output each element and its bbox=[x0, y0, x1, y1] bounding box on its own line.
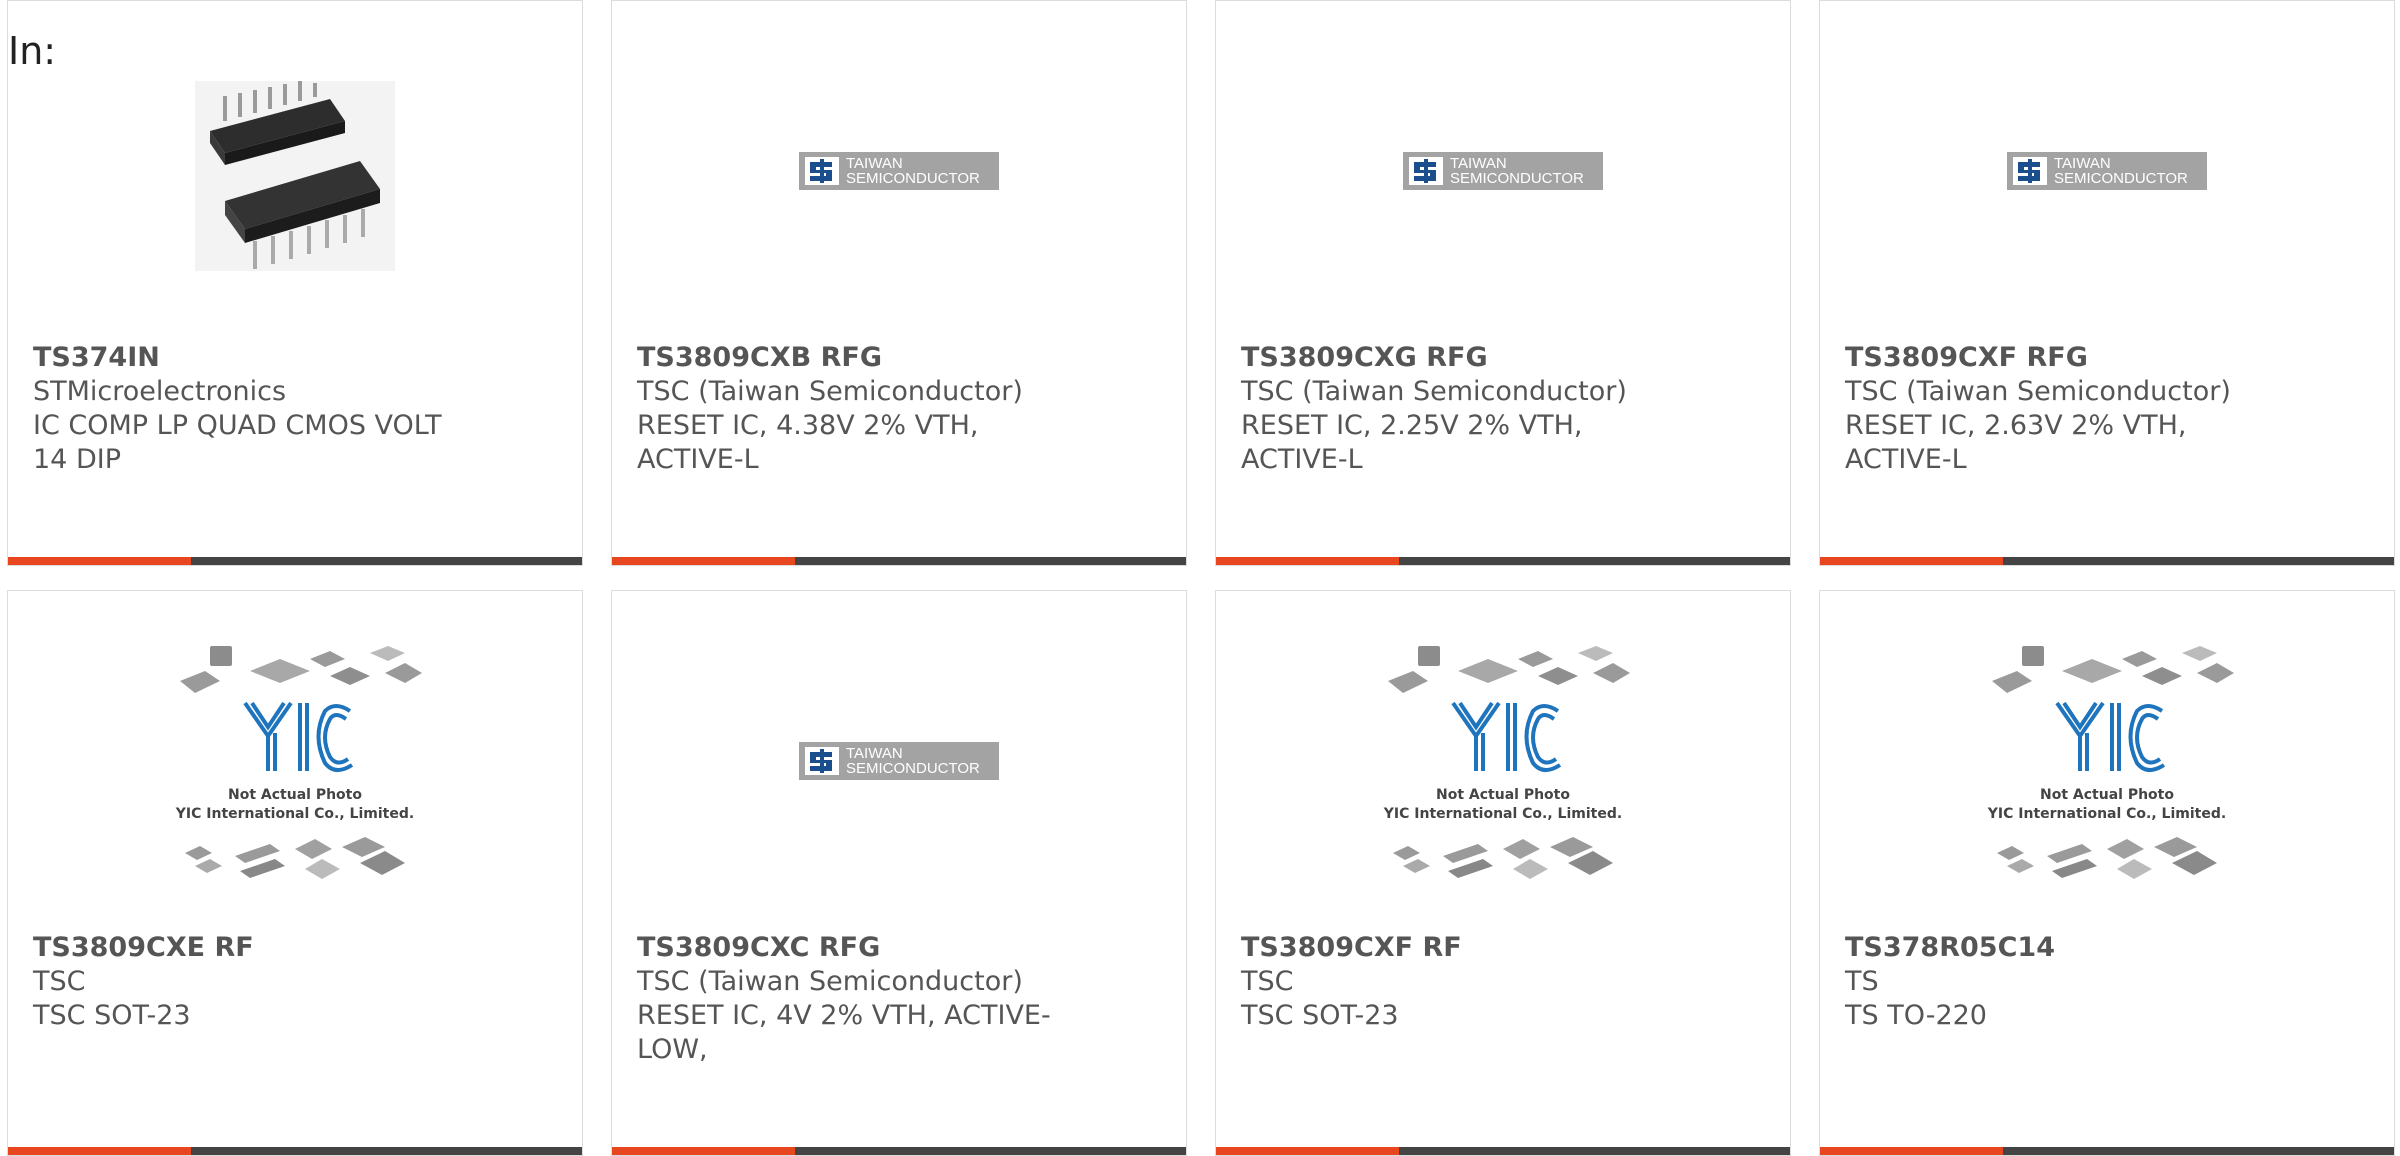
part-number[interactable]: TS3809CXC RFG bbox=[637, 931, 1166, 965]
product-card[interactable]: Not Actual Photo YIC International Co., … bbox=[1215, 590, 1791, 1156]
tsc-logo-line1: TAIWAN bbox=[846, 155, 903, 172]
product-info: TS3809CXG RFG TSC (Taiwan Semiconductor) R… bbox=[1241, 341, 1770, 477]
tsc-logo-line1: TAIWAN bbox=[2054, 155, 2111, 172]
product-description: RESET IC, 2.25V 2% VTH, ACTIVE-L bbox=[1241, 410, 1583, 475]
product-card[interactable]: TAIWAN SEMICONDUCTOR TS3809CXF RFG TSC (T… bbox=[1819, 0, 2395, 566]
taiwan-semiconductor-logo: TAIWAN SEMICONDUCTOR bbox=[799, 152, 999, 190]
tsc-mark-icon bbox=[805, 747, 839, 775]
product-card[interactable]: Not Actual Photo YIC International Co., … bbox=[1819, 590, 2395, 1156]
part-number[interactable]: TS3809CXE RF bbox=[33, 931, 562, 965]
product-image[interactable]: TAIWAN SEMICONDUCTOR bbox=[612, 611, 1186, 911]
part-number[interactable]: TS3809CXB RFG bbox=[637, 341, 1166, 375]
product-description: RESET IC, 4.38V 2% VTH, ACTIVE-L bbox=[637, 410, 979, 475]
tsc-logo-line2: SEMICONDUCTOR bbox=[846, 170, 980, 187]
product-card[interactable]: TAIWAN SEMICONDUCTOR TS3809CXB RFG TSC (T… bbox=[611, 0, 1187, 566]
manufacturer: TSC (Taiwan Semiconductor) bbox=[637, 966, 1023, 997]
yic-text-line1: Not Actual Photo bbox=[228, 787, 362, 803]
card-bottom-bar bbox=[8, 557, 582, 565]
manufacturer: TS bbox=[1845, 966, 1879, 997]
product-card[interactable]: TAIWAN SEMICONDUCTOR TS3809CXG RFG TSC (T… bbox=[1215, 0, 1791, 566]
product-image[interactable]: Not Actual Photo YIC International Co., … bbox=[8, 631, 582, 901]
product-info: TS378R05C14 TS TS TO-220 bbox=[1845, 931, 2374, 1033]
manufacturer: TSC bbox=[33, 966, 86, 997]
product-image[interactable] bbox=[8, 41, 582, 311]
part-number[interactable]: TS3809CXG RFG bbox=[1241, 341, 1770, 375]
tsc-mark-icon bbox=[805, 157, 839, 185]
tsc-logo-line2: SEMICONDUCTOR bbox=[2054, 170, 2188, 187]
part-number[interactable]: TS3809CXF RF bbox=[1241, 931, 1770, 965]
part-number[interactable]: TS3809CXF RFG bbox=[1845, 341, 2374, 375]
product-image[interactable]: TAIWAN SEMICONDUCTOR bbox=[612, 21, 1186, 321]
manufacturer: TSC bbox=[1241, 966, 1294, 997]
product-card[interactable]: Not Actual Photo YIC International Co., … bbox=[7, 590, 583, 1156]
manufacturer: TSC (Taiwan Semiconductor) bbox=[1845, 376, 2231, 407]
yic-text-line1: Not Actual Photo bbox=[1436, 787, 1570, 803]
card-accent-bar bbox=[1216, 557, 1399, 565]
product-description: TSC SOT-23 bbox=[33, 1000, 191, 1031]
taiwan-semiconductor-logo: TAIWAN SEMICONDUCTOR bbox=[799, 742, 999, 780]
card-bottom-bar bbox=[612, 557, 1186, 565]
yic-text-line2: YIC International Co., Limited. bbox=[1987, 806, 2226, 822]
product-image[interactable]: Not Actual Photo YIC International Co., … bbox=[1216, 631, 1790, 901]
card-bottom-bar bbox=[1216, 557, 1790, 565]
product-description: TS TO-220 bbox=[1845, 1000, 1987, 1031]
product-info: TS3809CXC RFG TSC (Taiwan Semiconductor) R… bbox=[637, 931, 1166, 1067]
product-info: TS3809CXF RFG TSC (Taiwan Semiconductor) R… bbox=[1845, 341, 2374, 477]
yic-text-line2: YIC International Co., Limited. bbox=[175, 806, 414, 822]
tsc-logo-line2: SEMICONDUCTOR bbox=[1450, 170, 1584, 187]
tsc-logo-line2: SEMICONDUCTOR bbox=[846, 760, 980, 777]
tsc-mark-icon bbox=[2013, 157, 2047, 185]
product-info: TS374IN STMicroelectronics IC COMP LP QUAD… bbox=[33, 341, 562, 477]
card-accent-bar bbox=[8, 557, 191, 565]
product-card[interactable]: TAIWAN SEMICONDUCTOR TS3809CXC RFG TSC (T… bbox=[611, 590, 1187, 1156]
tsc-logo-line1: TAIWAN bbox=[1450, 155, 1507, 172]
not-actual-photo-image: Not Actual Photo YIC International Co., … bbox=[175, 646, 422, 879]
product-image[interactable]: TAIWAN SEMICONDUCTOR bbox=[1216, 21, 1790, 321]
product-description: RESET IC, 2.63V 2% VTH, ACTIVE-L bbox=[1845, 410, 2187, 475]
product-card[interactable]: TS374IN STMicroelectronics IC COMP LP QUAD… bbox=[7, 0, 583, 566]
manufacturer: STMicroelectronics bbox=[33, 376, 287, 407]
yic-text-line1: Not Actual Photo bbox=[2040, 787, 2174, 803]
manufacturer: TSC (Taiwan Semiconductor) bbox=[637, 376, 1023, 407]
product-description: TSC SOT-23 bbox=[1241, 1000, 1399, 1031]
card-bottom-bar bbox=[1820, 557, 2394, 565]
part-number[interactable]: TS374IN bbox=[33, 341, 562, 375]
not-actual-photo-image: Not Actual Photo YIC International Co., … bbox=[1383, 646, 1630, 879]
card-accent-bar bbox=[1820, 557, 2003, 565]
product-image[interactable]: Not Actual Photo YIC International Co., … bbox=[1820, 631, 2394, 901]
in-label: In: bbox=[8, 29, 57, 73]
yic-text-line2: YIC International Co., Limited. bbox=[1383, 806, 1622, 822]
tsc-logo-line1: TAIWAN bbox=[846, 745, 903, 762]
taiwan-semiconductor-logo: TAIWAN SEMICONDUCTOR bbox=[2007, 152, 2207, 190]
product-info: TS3809CXF RF TSC TSC SOT-23 bbox=[1241, 931, 1770, 1033]
product-description: IC COMP LP QUAD CMOS VOLT 14 DIP bbox=[33, 410, 442, 475]
product-description: RESET IC, 4V 2% VTH, ACTIVE-LOW, bbox=[637, 1000, 1051, 1065]
dip-chip-image bbox=[195, 81, 395, 271]
product-image[interactable]: TAIWAN SEMICONDUCTOR bbox=[1820, 21, 2394, 321]
tsc-mark-icon bbox=[1409, 157, 1443, 185]
product-info: TS3809CXE RF TSC TSC SOT-23 bbox=[33, 931, 562, 1033]
card-accent-bar bbox=[612, 557, 795, 565]
part-number[interactable]: TS378R05C14 bbox=[1845, 931, 2374, 965]
manufacturer: TSC (Taiwan Semiconductor) bbox=[1241, 376, 1627, 407]
taiwan-semiconductor-logo: TAIWAN SEMICONDUCTOR bbox=[1403, 152, 1603, 190]
product-info: TS3809CXB RFG TSC (Taiwan Semiconductor) R… bbox=[637, 341, 1166, 477]
not-actual-photo-image: Not Actual Photo YIC International Co., … bbox=[1987, 646, 2234, 879]
